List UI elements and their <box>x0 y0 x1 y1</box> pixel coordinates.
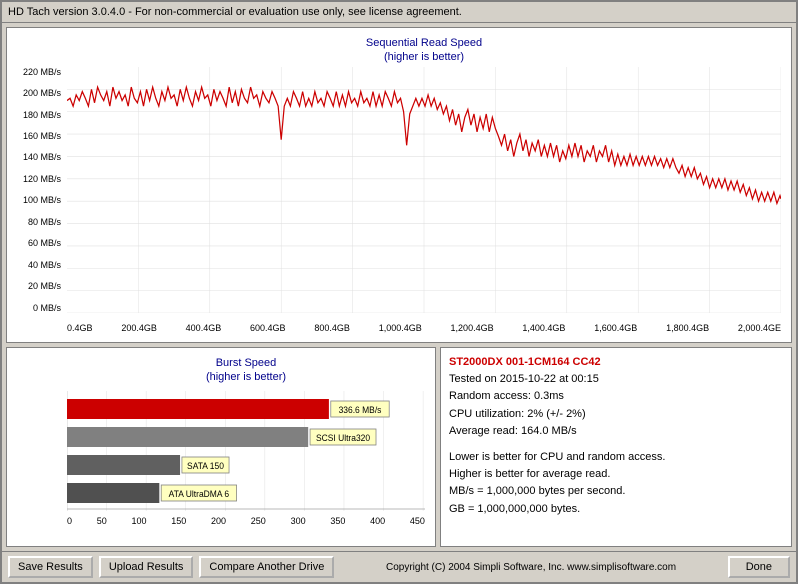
burst-x-labels: 0 50 100 150 200 250 300 350 400 450 <box>67 516 425 526</box>
x-axis: 0.4GB 200.4GB 400.4GB 600.4GB 800.4GB 1,… <box>67 323 781 333</box>
svg-text:336.6 MB/s: 336.6 MB/s <box>339 404 382 414</box>
title-text: HD Tach version 3.0.4.0 - For non-commer… <box>8 6 462 18</box>
main-content: Sequential Read Speed (higher is better)… <box>2 23 796 551</box>
save-results-button[interactable]: Save Results <box>8 556 93 578</box>
bottom-section: Burst Speed (higher is better) <box>6 347 792 547</box>
title-bar: HD Tach version 3.0.4.0 - For non-commer… <box>2 2 796 23</box>
compare-drive-button[interactable]: Compare Another Drive <box>199 556 334 578</box>
info-title: ST2000DX 001-1CM164 CC42 <box>449 356 783 368</box>
info-line-4: Average read: 164.0 MB/s <box>449 424 783 439</box>
info-line-2: Random access: 0.3ms <box>449 389 783 404</box>
info-line-6: Higher is better for average read. <box>449 467 783 482</box>
seq-chart-svg <box>67 67 781 313</box>
main-window: HD Tach version 3.0.4.0 - For non-commer… <box>0 0 798 584</box>
info-line-5: Lower is better for CPU and random acces… <box>449 450 783 465</box>
seq-chart-container: Sequential Read Speed (higher is better)… <box>6 27 792 343</box>
upload-results-button[interactable]: Upload Results <box>99 556 194 578</box>
burst-bars: 336.6 MB/s SCSI Ultra320 SATA 150 ATA Ul… <box>67 391 425 521</box>
copyright-text: Copyright (C) 2004 Simpli Software, Inc.… <box>340 562 721 573</box>
burst-chart-svg: 336.6 MB/s SCSI Ultra320 SATA 150 ATA Ul… <box>67 391 425 511</box>
done-button[interactable]: Done <box>728 556 790 578</box>
info-line-8: GB = 1,000,000,000 bytes. <box>449 502 783 517</box>
info-line-7: MB/s = 1,000,000 bytes per second. <box>449 484 783 499</box>
y-axis: 220 MB/s 200 MB/s 180 MB/s 160 MB/s 140 … <box>9 67 61 313</box>
burst-chart-container: Burst Speed (higher is better) <box>6 347 436 547</box>
svg-text:SATA 150: SATA 150 <box>187 460 224 470</box>
seq-chart-title: Sequential Read Speed (higher is better) <box>67 36 781 65</box>
toolbar: Save Results Upload Results Compare Anot… <box>2 551 796 582</box>
info-panel: ST2000DX 001-1CM164 CC42 Tested on 2015-… <box>440 347 792 547</box>
svg-text:ATA UltraDMA 6: ATA UltraDMA 6 <box>169 488 230 498</box>
burst-chart-title: Burst Speed (higher is better) <box>67 356 425 385</box>
info-line-1: Tested on 2015-10-22 at 00:15 <box>449 372 783 387</box>
svg-text:SCSI Ultra320: SCSI Ultra320 <box>316 432 370 442</box>
seq-chart: 220 MB/s 200 MB/s 180 MB/s 160 MB/s 140 … <box>67 67 781 313</box>
info-line-3: CPU utilization: 2% (+/- 2%) <box>449 407 783 422</box>
